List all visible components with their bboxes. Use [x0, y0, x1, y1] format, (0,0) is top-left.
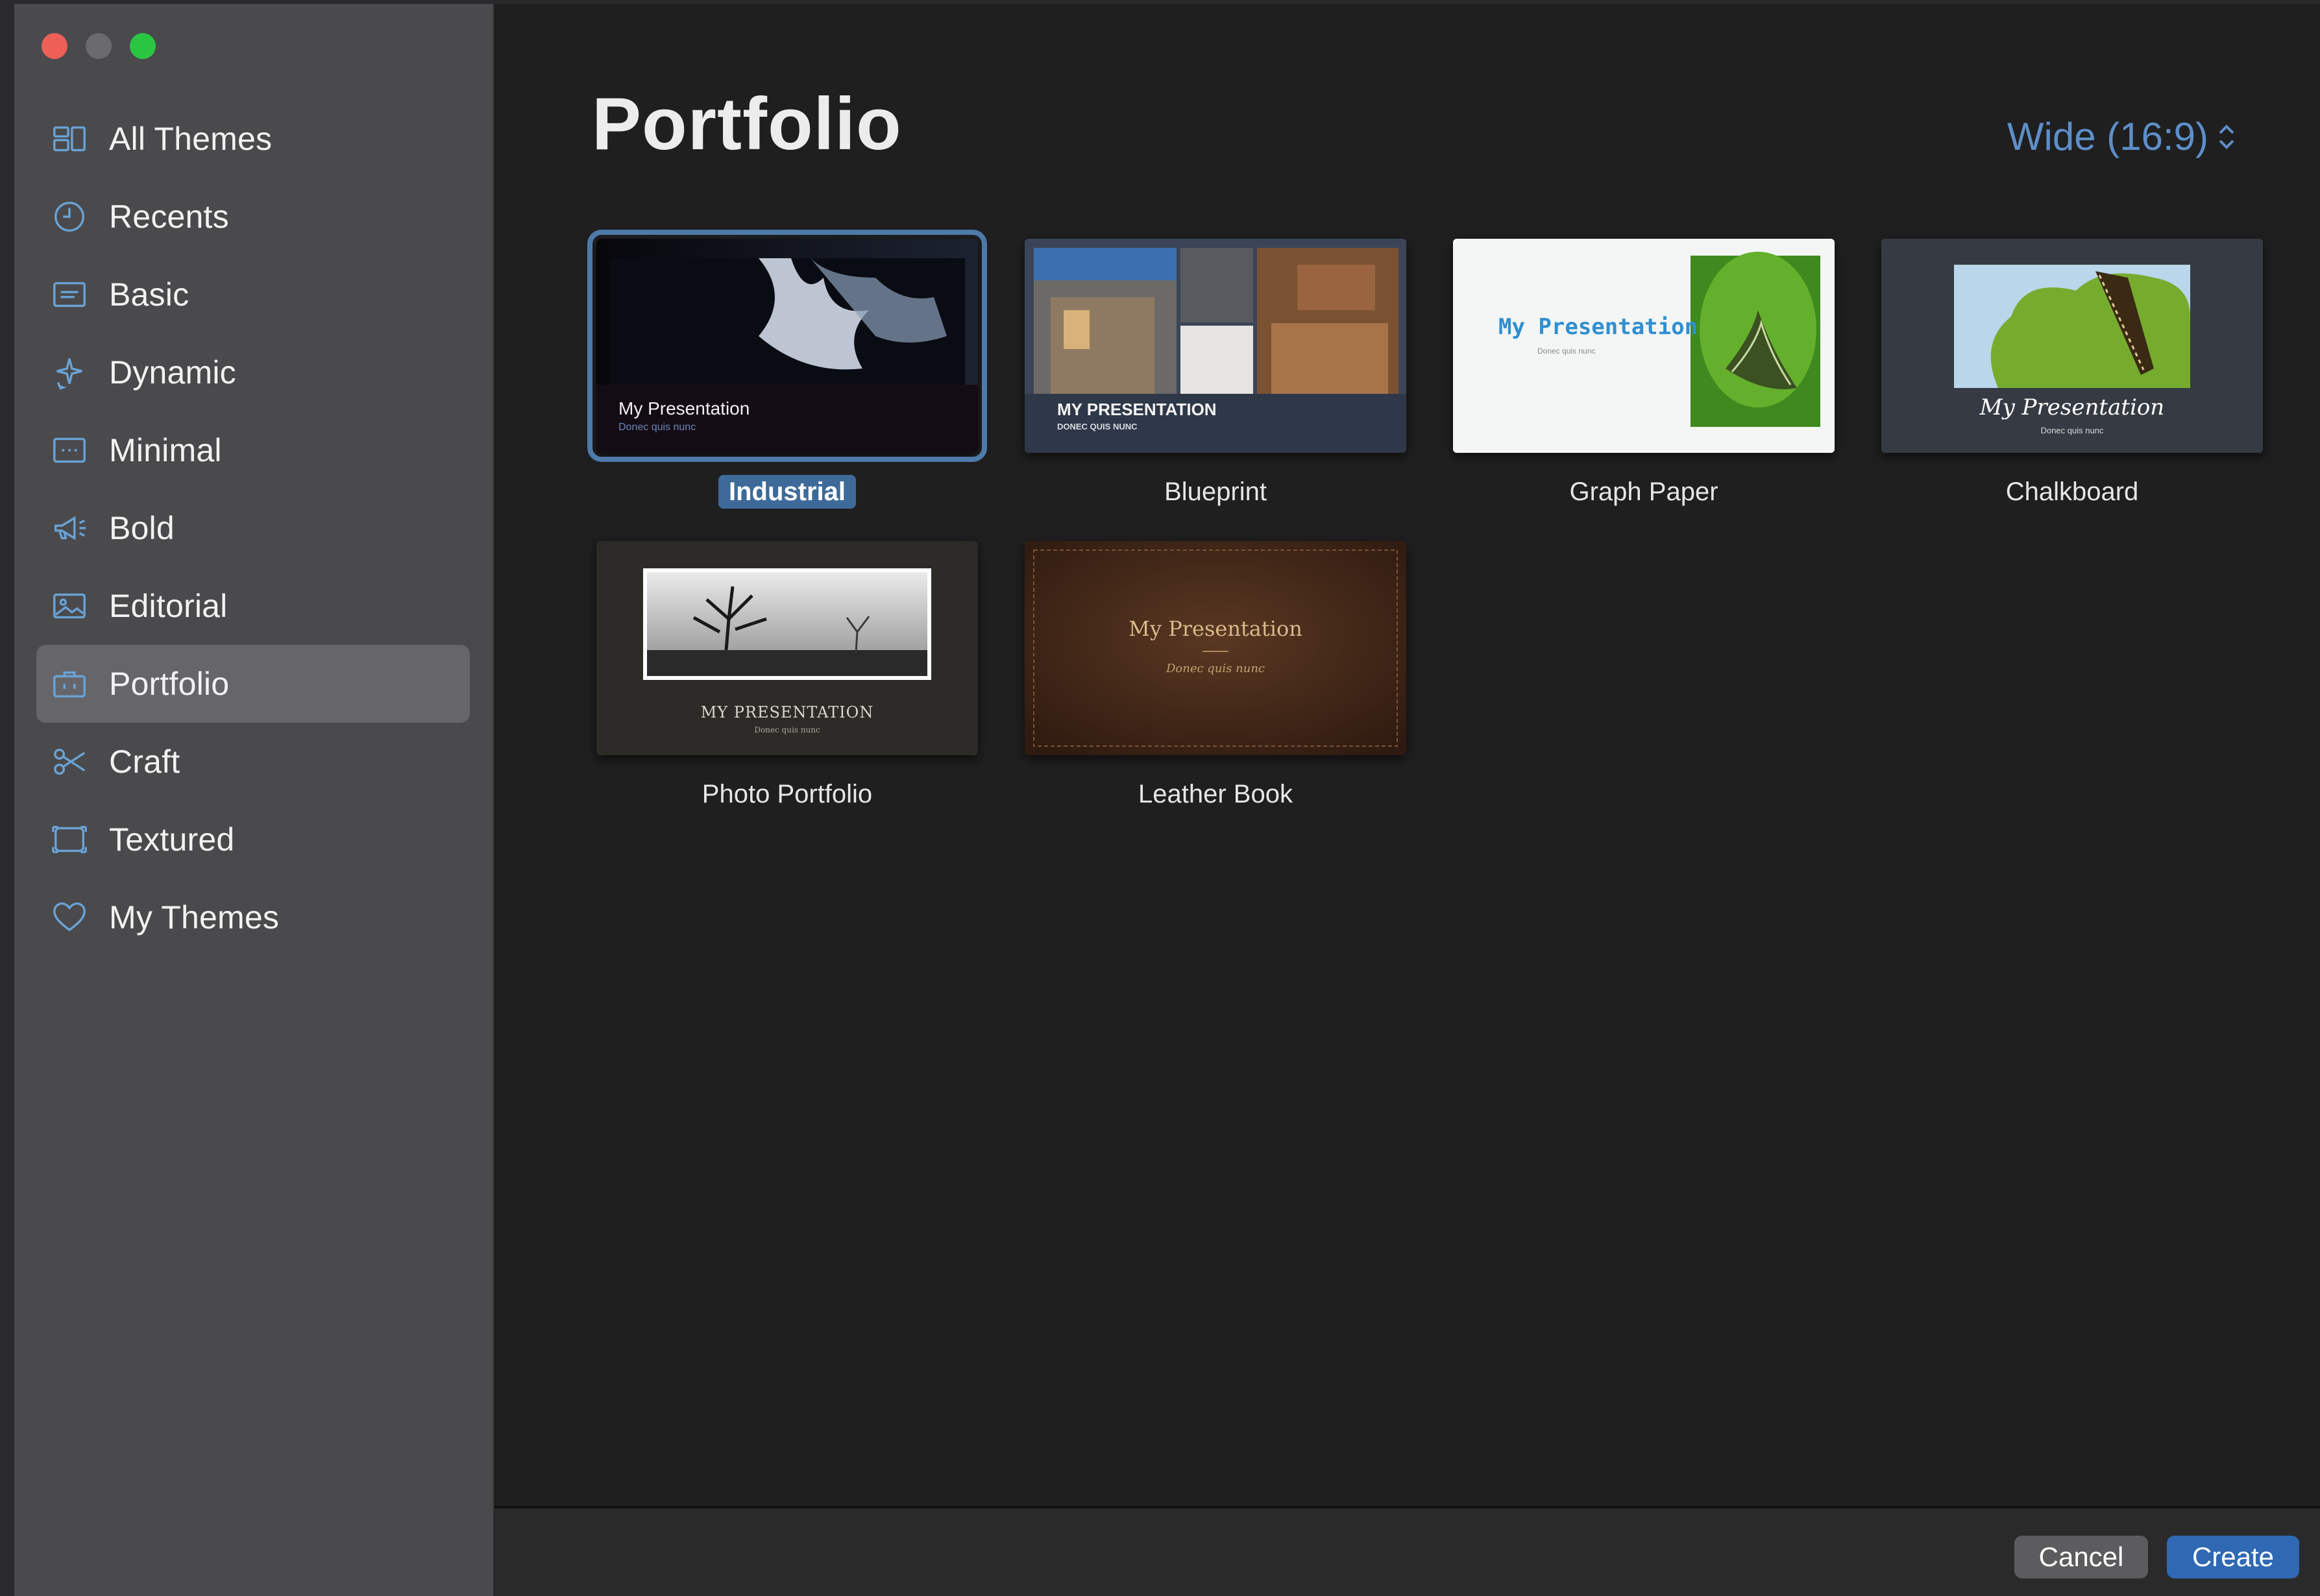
theme-name: Industrial: [596, 475, 978, 509]
sidebar-item-all-themes[interactable]: All Themes: [36, 100, 470, 178]
leather-book-preview: [1025, 541, 1406, 755]
sidebar-item-craft[interactable]: Craft: [36, 723, 470, 801]
theme-name: Photo Portfolio: [702, 780, 873, 808]
theme-blueprint[interactable]: MY PRESENTATION DONEC QUIS NUNC Blueprin…: [1025, 239, 1409, 506]
theme-graph-paper[interactable]: My Presentation Donec quis nunc Graph Pa…: [1453, 239, 1837, 506]
heart-icon: [49, 897, 90, 937]
thumbnail-title: MY PRESENTATION: [1057, 400, 1217, 419]
sparkles-icon: [49, 352, 90, 393]
thumbnail-subtitle: DONEC QUIS NUNC: [1057, 422, 1138, 431]
sidebar-item-minimal[interactable]: Minimal: [36, 411, 470, 489]
sidebar-item-label: Bold: [109, 510, 175, 546]
clock-icon: [49, 197, 90, 237]
sidebar-item-dynamic[interactable]: Dynamic: [36, 333, 470, 411]
footer-bar: Cancel Create: [495, 1506, 2320, 1596]
sidebar-item-my-themes[interactable]: My Themes: [36, 878, 470, 956]
thumbnail-subtitle: Donec quis nunc: [618, 422, 696, 433]
theme-thumbnail[interactable]: MY PRESENTATION DONEC QUIS NUNC: [1025, 239, 1406, 453]
theme-category-list: All Themes Recents Basic Dynamic Minimal…: [36, 100, 470, 956]
slide-icon: [49, 274, 90, 315]
sidebar-item-portfolio[interactable]: Portfolio: [36, 645, 470, 723]
theme-industrial[interactable]: My Presentation Donec quis nunc Industri…: [587, 230, 987, 509]
sidebar-item-label: Portfolio: [109, 666, 230, 702]
thumbnail-title: My Presentation: [1498, 314, 1698, 340]
theme-name: Blueprint: [1164, 478, 1267, 506]
theme-name: Leather Book: [1138, 780, 1293, 808]
theme-thumbnail[interactable]: My Presentation Donec quis nunc: [1025, 541, 1406, 755]
thumbnail-subtitle: Donec quis nunc: [1537, 346, 1596, 356]
sidebar-item-textured[interactable]: Textured: [36, 801, 470, 878]
create-button[interactable]: Create: [2167, 1536, 2299, 1578]
sidebar-item-label: Craft: [109, 744, 180, 780]
sidebar: All Themes Recents Basic Dynamic Minimal…: [14, 4, 495, 1596]
sidebar-item-label: Recents: [109, 199, 229, 235]
scissors-icon: [49, 742, 90, 782]
sidebar-item-label: All Themes: [109, 121, 273, 157]
thumbnail-subtitle: Donec quis nunc: [2040, 426, 2104, 435]
theme-chalkboard[interactable]: My Presentation Donec quis nunc Chalkboa…: [1881, 239, 2265, 506]
theme-thumbnail[interactable]: MY PRESENTATION Donec quis nunc: [596, 541, 978, 755]
zoom-window-button[interactable]: [130, 33, 156, 59]
thumbnail-subtitle: Donec quis nunc: [754, 725, 820, 734]
up-down-chevron-icon: [2219, 124, 2234, 149]
theme-leather-book[interactable]: My Presentation Donec quis nunc Leather …: [1025, 541, 1409, 808]
theme-name: Graph Paper: [1569, 478, 1718, 506]
sidebar-item-bold[interactable]: Bold: [36, 489, 470, 567]
aspect-ratio-value: Wide (16:9): [2007, 115, 2208, 158]
sidebar-item-label: My Themes: [109, 899, 280, 936]
thumbnail-title: My Presentation: [1979, 394, 2165, 420]
chalkboard-preview: [1881, 239, 2263, 453]
frame-icon: [49, 819, 90, 860]
theme-chooser-window: All Themes Recents Basic Dynamic Minimal…: [14, 4, 2320, 1596]
theme-thumbnail[interactable]: My Presentation Donec quis nunc: [587, 230, 987, 462]
close-window-button[interactable]: [42, 33, 67, 59]
theme-name: Chalkboard: [2005, 478, 2139, 506]
sidebar-item-label: Basic: [109, 276, 189, 313]
briefcase-icon: [49, 664, 90, 704]
sidebar-item-recents[interactable]: Recents: [36, 178, 470, 256]
sidebar-item-editorial[interactable]: Editorial: [36, 567, 470, 645]
cancel-button[interactable]: Cancel: [2014, 1536, 2148, 1578]
graph-paper-preview: [1453, 239, 1835, 453]
megaphone-icon: [49, 508, 90, 548]
aspect-ratio-popup[interactable]: Wide (16:9): [2007, 114, 2236, 159]
theme-gallery: Portfolio Wide (16:9) My Presentation Do…: [495, 4, 2320, 1506]
sidebar-item-label: Minimal: [109, 432, 222, 468]
photo-portfolio-preview: [596, 541, 978, 755]
theme-thumbnail[interactable]: My Presentation Donec quis nunc: [1881, 239, 2263, 453]
dotted-slide-icon: [49, 430, 90, 470]
photo-icon: [49, 586, 90, 626]
thumbnail-title: My Presentation: [618, 398, 750, 418]
thumbnail-title: My Presentation: [1129, 616, 1302, 641]
industrial-preview: [596, 239, 978, 453]
sidebar-item-label: Editorial: [109, 588, 228, 624]
theme-thumbnail[interactable]: My Presentation Donec quis nunc: [1453, 239, 1835, 453]
sidebar-item-label: Textured: [109, 821, 235, 858]
page-title: Portfolio: [592, 83, 902, 165]
thumbnail-title: MY PRESENTATION: [700, 703, 874, 721]
sidebar-item-label: Dynamic: [109, 354, 236, 391]
blueprint-preview: [1025, 239, 1406, 453]
thumbnail-subtitle: Donec quis nunc: [1166, 662, 1265, 675]
grid-icon: [49, 119, 90, 159]
theme-photo-portfolio[interactable]: MY PRESENTATION Donec quis nunc Photo Po…: [596, 541, 981, 808]
minimize-window-button[interactable]: [86, 33, 112, 59]
sidebar-item-basic[interactable]: Basic: [36, 256, 470, 333]
